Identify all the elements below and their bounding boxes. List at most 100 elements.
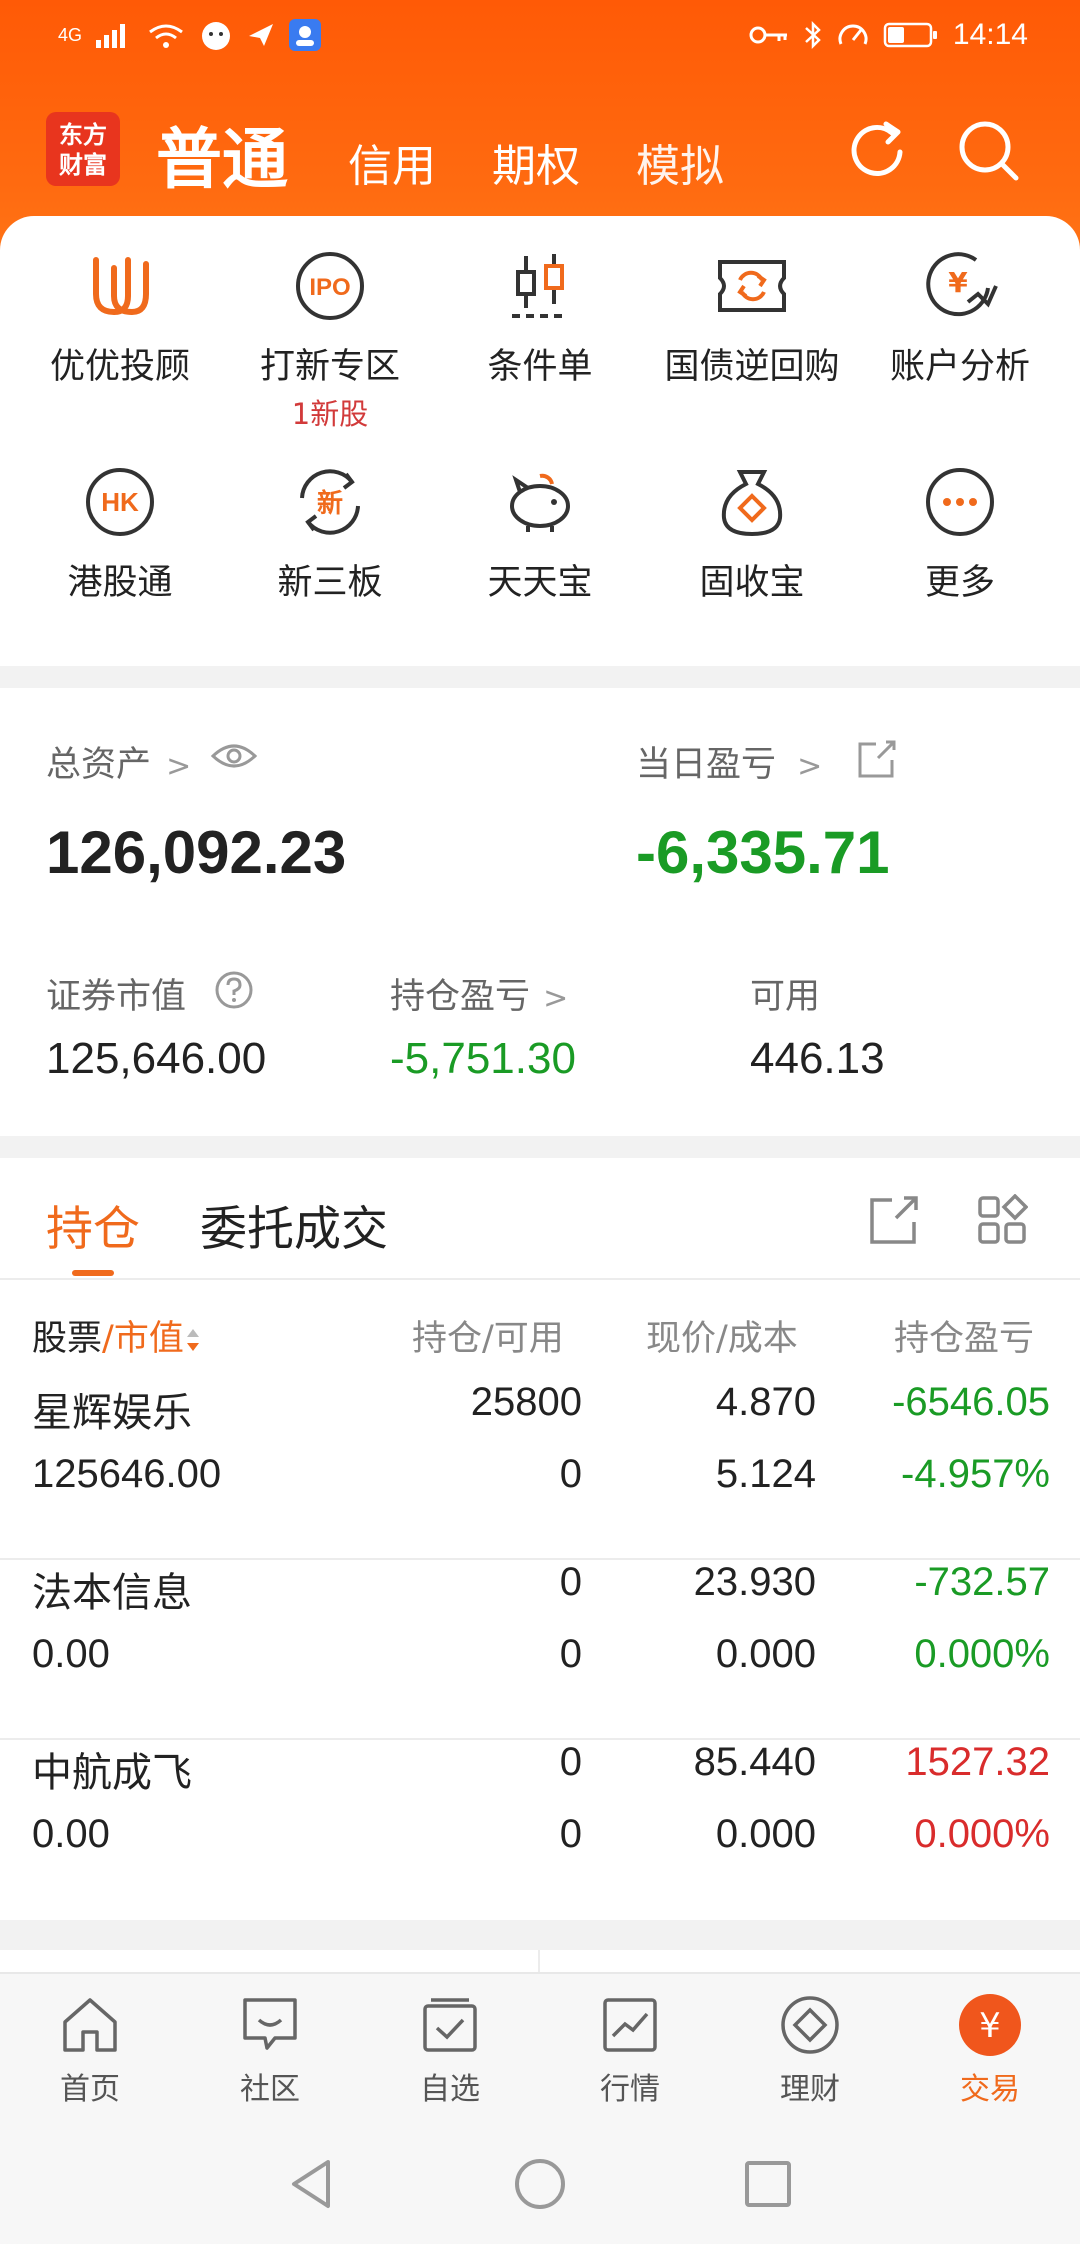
community-icon xyxy=(243,1998,297,2050)
quick-item-gushoubao[interactable]: 固收宝 xyxy=(644,462,860,605)
key-icon xyxy=(749,26,787,44)
table-row[interactable]: 中航成飞 0.00 0 0 85.440 0.000 1527.32 0.000… xyxy=(0,1740,1080,1920)
stock-cost: 0.000 xyxy=(715,1812,816,1856)
search-icon[interactable] xyxy=(954,116,1024,186)
quick-item-tiantianbao[interactable]: 天天宝 xyxy=(432,462,648,605)
position-pnl-value: -5,751.30 xyxy=(390,1034,576,1083)
divider xyxy=(0,1278,1080,1280)
quick-menu-card: 优优投顾 IPO 打新专区 1新股 条件单 国债逆回购 ¥ 账户分析 HK 港股… xyxy=(0,216,1080,666)
eye-icon[interactable] xyxy=(210,738,258,774)
svg-text:新: 新 xyxy=(317,488,343,519)
tab-credit[interactable]: 信用 xyxy=(348,130,436,194)
market-icon xyxy=(603,1998,657,2052)
stock-qty: 25800 xyxy=(470,1380,582,1424)
tab-simulation[interactable]: 模拟 xyxy=(636,130,724,194)
stock-price: 4.870 xyxy=(715,1380,816,1424)
quick-item-hk-connect[interactable]: HK 港股通 xyxy=(12,462,228,605)
tab-options[interactable]: 期权 xyxy=(492,130,580,194)
stock-name: 中航成飞 xyxy=(32,1750,192,1796)
bluetooth-icon xyxy=(805,20,821,50)
watchlist-icon xyxy=(423,1998,477,2052)
stock-pnl: -732.57 xyxy=(914,1560,1050,1604)
market-value-label: 证券市值 xyxy=(46,977,187,1017)
signal-icon xyxy=(96,24,126,48)
stock-cost: 0.000 xyxy=(715,1632,816,1676)
recents-icon[interactable] xyxy=(738,2154,798,2214)
stock-market-value: 0.00 xyxy=(32,1632,110,1676)
refresh-icon[interactable] xyxy=(842,116,912,186)
system-navigation-bar xyxy=(0,2124,1080,2244)
divider xyxy=(538,1950,540,1972)
stock-market-value: 0.00 xyxy=(32,1812,110,1856)
share-icon[interactable] xyxy=(856,738,898,780)
stock-pnl-pct: 0.000% xyxy=(914,1632,1050,1676)
stock-available: 0 xyxy=(559,1452,582,1496)
bottom-tab-community[interactable]: 社区 xyxy=(180,1992,360,2108)
hk-icon: HK xyxy=(86,468,154,536)
bottom-tab-watchlist[interactable]: 自选 xyxy=(360,1992,540,2108)
battery-icon xyxy=(883,22,937,48)
piggy-bank-icon xyxy=(510,473,570,532)
stock-name: 星辉娱乐 xyxy=(32,1390,192,1436)
stock-market-value: 125646.00 xyxy=(32,1452,222,1496)
account-type-nav: 东方 财富 普通 信用 期权 模拟 xyxy=(0,100,1080,210)
wifi-icon xyxy=(149,24,183,48)
quick-item-account-analysis[interactable]: ¥ 账户分析 xyxy=(852,246,1068,389)
ipo-icon: IPO xyxy=(296,252,364,320)
bottom-tab-trade[interactable]: ¥ 交易 xyxy=(900,1992,1080,2108)
col-qty-header: 持仓/可用 xyxy=(412,1319,564,1359)
uu-advisor-icon xyxy=(93,257,149,316)
new-board-icon: 新 xyxy=(300,469,360,535)
bottom-tab-bar: 首页 社区 自选 行情 理财 ¥ 交易 xyxy=(0,1972,1080,2124)
daily-pnl-link[interactable]: 当日盈亏 > xyxy=(636,736,822,787)
share-icon[interactable] xyxy=(868,1194,920,1246)
stock-name: 法本信息 xyxy=(32,1570,192,1616)
back-icon[interactable] xyxy=(282,2154,342,2214)
quick-item-more[interactable]: 更多 xyxy=(852,462,1068,605)
tab-orders[interactable]: 委托成交 xyxy=(200,1190,388,1259)
status-bar: 4G 14:14 xyxy=(0,0,1080,80)
bottom-tab-market[interactable]: 行情 xyxy=(540,1992,720,2108)
available-label: 可用 xyxy=(750,977,821,1017)
table-row[interactable]: 法本信息 0.00 0 0 23.930 0.000 -732.57 0.000… xyxy=(0,1560,1080,1740)
clock: 14:14 xyxy=(952,18,1028,51)
wealth-icon xyxy=(781,1996,839,2054)
col-price-header: 现价/成本 xyxy=(646,1319,798,1359)
bottom-tab-wealth[interactable]: 理财 xyxy=(720,1992,900,2108)
position-pnl-link[interactable]: 持仓盈亏 > xyxy=(390,968,568,1019)
active-tab-indicator xyxy=(72,1270,114,1276)
app-logo: 东方 财富 xyxy=(46,112,120,186)
svg-text:¥: ¥ xyxy=(979,2006,1001,2046)
col-stock-header[interactable]: 股票/市值 xyxy=(32,1310,202,1361)
stock-qty: 0 xyxy=(559,1740,582,1784)
stock-qty: 0 xyxy=(559,1560,582,1604)
quick-item-uu-advisor[interactable]: 优优投顾 xyxy=(12,246,228,389)
tab-normal[interactable]: 普通 xyxy=(156,106,288,202)
svg-text:HK: HK xyxy=(101,487,139,517)
stock-price: 23.930 xyxy=(693,1560,816,1604)
quick-item-reverse-repo[interactable]: 国债逆回购 xyxy=(644,246,860,389)
quick-item-new-third-board[interactable]: 新 新三板 xyxy=(222,462,438,605)
bottom-tab-home[interactable]: 首页 xyxy=(0,1992,180,2108)
table-row[interactable]: 星辉娱乐 125646.00 25800 0 4.870 5.124 -6546… xyxy=(0,1380,1080,1560)
asset-summary-card: 总资产 > 126,092.23 当日盈亏 > -6,335.71 证券市值 1… xyxy=(0,688,1080,1136)
chevron-right-icon: > xyxy=(543,981,569,1016)
total-assets-value: 126,092.23 xyxy=(46,819,347,886)
stock-available: 0 xyxy=(559,1632,582,1676)
chevron-right-icon: > xyxy=(797,749,823,784)
tab-positions[interactable]: 持仓 xyxy=(46,1190,140,1259)
quick-item-conditional-order[interactable]: 条件单 xyxy=(432,246,648,389)
home-icon xyxy=(63,1998,117,2052)
speed-icon xyxy=(838,24,868,45)
grid-layout-icon[interactable] xyxy=(976,1194,1028,1246)
repo-icon xyxy=(718,260,786,312)
home-circle-icon[interactable] xyxy=(510,2154,570,2214)
quick-item-ipo[interactable]: IPO 打新专区 1新股 xyxy=(222,246,438,433)
candlestick-icon xyxy=(512,254,568,318)
stock-pnl-pct: -4.957% xyxy=(901,1452,1050,1496)
network-type: 4G xyxy=(58,25,83,45)
total-assets-link[interactable]: 总资产 > xyxy=(46,736,191,787)
yen-chart-icon: ¥ xyxy=(926,252,998,317)
stock-pnl: -6546.05 xyxy=(892,1380,1050,1424)
help-icon[interactable] xyxy=(214,970,254,1010)
